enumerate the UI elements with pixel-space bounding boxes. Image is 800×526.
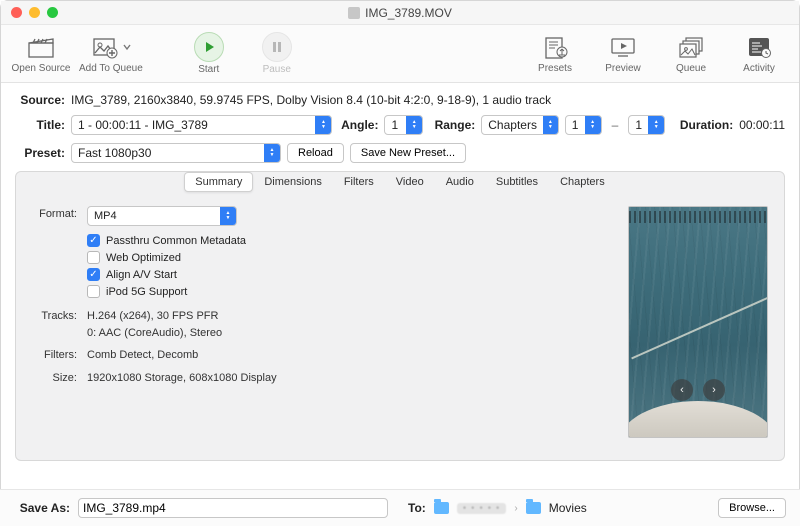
chevron-updown-icon: ▲▼ (264, 144, 280, 162)
range-mode-select[interactable]: Chapters ▲▼ (481, 115, 559, 135)
duration-label: Duration: (671, 118, 733, 132)
presets-icon (540, 33, 570, 61)
queue-icon (676, 33, 706, 61)
preset-select[interactable]: Fast 1080p30 ▲▼ (71, 143, 281, 163)
tab-subtitles[interactable]: Subtitles (485, 172, 549, 192)
preview-next-button[interactable]: › (703, 379, 725, 401)
preview-button[interactable]: Preview (593, 33, 653, 74)
checkbox-icon (87, 285, 100, 298)
pause-icon (262, 32, 292, 62)
size-label: Size: (32, 370, 77, 384)
tab-audio[interactable]: Audio (435, 172, 485, 192)
preview-label: Preview (605, 63, 641, 74)
folder-icon (526, 502, 541, 514)
open-source-button[interactable]: Open Source (11, 33, 71, 74)
save-preset-button[interactable]: Save New Preset... (350, 143, 466, 163)
preview-thumbnail: ‹ › (628, 206, 768, 438)
chevron-updown-icon: ▲▼ (585, 116, 601, 134)
content-area: Source: IMG_3789, 2160x3840, 59.9745 FPS… (1, 83, 799, 467)
preset-label: Preset: (15, 146, 65, 160)
source-label: Source: (15, 93, 65, 107)
chevron-updown-icon: ▲▼ (406, 116, 422, 134)
tracks-value: H.264 (x264), 30 FPS PFR 0: AAC (CoreAud… (87, 308, 222, 341)
filters-label: Filters: (32, 347, 77, 361)
tabs-panel: SummaryDimensionsFiltersVideoAudioSubtit… (15, 171, 785, 461)
tab-bar: SummaryDimensionsFiltersVideoAudioSubtit… (32, 172, 768, 192)
tab-summary[interactable]: Summary (184, 172, 253, 192)
tab-chapters[interactable]: Chapters (549, 172, 616, 192)
format-select[interactable]: MP4 ▲▼ (87, 206, 237, 226)
tab-dimensions[interactable]: Dimensions (253, 172, 332, 192)
titlebar: IMG_3789.MOV (1, 1, 799, 25)
queue-button[interactable]: Queue (661, 33, 721, 74)
ipod-checkbox[interactable]: iPod 5G Support (87, 285, 246, 298)
pause-button[interactable]: Pause (247, 32, 307, 75)
footer: Save As: To: • • • • • › Movies Browse..… (0, 489, 800, 526)
tracks-label: Tracks: (32, 308, 77, 322)
preview-icon (608, 33, 638, 61)
activity-label: Activity (743, 63, 775, 74)
presets-label: Presets (538, 63, 572, 74)
save-as-label: Save As: (14, 501, 70, 515)
tab-video[interactable]: Video (385, 172, 435, 192)
presets-button[interactable]: Presets (525, 33, 585, 74)
add-to-queue-label: Add To Queue (79, 63, 143, 74)
filters-value: Comb Detect, Decomb (87, 347, 198, 364)
range-to-select[interactable]: 1 ▲▼ (628, 115, 665, 135)
dest-folder: Movies (549, 501, 587, 515)
range-label: Range: (429, 118, 475, 132)
activity-button[interactable]: Activity (729, 33, 789, 74)
reload-button[interactable]: Reload (287, 143, 344, 163)
open-source-label: Open Source (12, 63, 71, 74)
queue-label: Queue (676, 63, 706, 74)
toolbar: Open Source Add To Queue Start Pause Pre… (1, 25, 799, 83)
save-as-input[interactable] (78, 498, 388, 518)
folder-icon (434, 502, 449, 514)
dropdown-icon[interactable] (122, 42, 132, 52)
angle-select[interactable]: 1 ▲▼ (384, 115, 423, 135)
window-title: IMG_3789.MOV (1, 6, 799, 20)
to-label: To: (408, 501, 426, 515)
range-separator: – (608, 118, 623, 132)
size-value: 1920x1080 Storage, 608x1080 Display (87, 370, 277, 387)
preview-prev-button[interactable]: ‹ (671, 379, 693, 401)
add-to-queue-button[interactable]: Add To Queue (79, 33, 143, 74)
pause-label: Pause (263, 64, 291, 75)
title-label: Title: (15, 118, 65, 132)
document-icon (348, 7, 360, 19)
checkbox-icon: ✓ (87, 268, 100, 281)
align-av-checkbox[interactable]: ✓ Align A/V Start (87, 268, 246, 281)
checkbox-icon: ✓ (87, 234, 100, 247)
browse-button[interactable]: Browse... (718, 498, 786, 518)
chevron-updown-icon: ▲▼ (648, 116, 664, 134)
range-from-select[interactable]: 1 ▲▼ (565, 115, 602, 135)
chevron-updown-icon: ▲▼ (220, 207, 236, 225)
window-title-text: IMG_3789.MOV (365, 6, 452, 20)
tab-filters[interactable]: Filters (333, 172, 385, 192)
format-label: Format: (32, 206, 77, 220)
chevron-updown-icon: ▲▼ (315, 116, 331, 134)
clapperboard-icon (26, 33, 56, 61)
checkbox-icon (87, 251, 100, 264)
source-value: IMG_3789, 2160x3840, 59.9745 FPS, Dolby … (71, 93, 551, 107)
dest-path-hidden: • • • • • (457, 503, 507, 514)
duration-value: 00:00:11 (739, 118, 785, 132)
start-button[interactable]: Start (179, 32, 239, 75)
add-queue-icon (90, 33, 120, 61)
activity-icon (744, 33, 774, 61)
chevron-right-icon: › (514, 503, 517, 514)
angle-label: Angle: (338, 118, 378, 132)
passthru-checkbox[interactable]: ✓ Passthru Common Metadata (87, 234, 246, 247)
start-label: Start (198, 64, 219, 75)
web-optimized-checkbox[interactable]: Web Optimized (87, 251, 246, 264)
play-icon (194, 32, 224, 62)
chevron-updown-icon: ▲▼ (543, 116, 558, 134)
title-select[interactable]: 1 - 00:00:11 - IMG_3789 ▲▼ (71, 115, 332, 135)
